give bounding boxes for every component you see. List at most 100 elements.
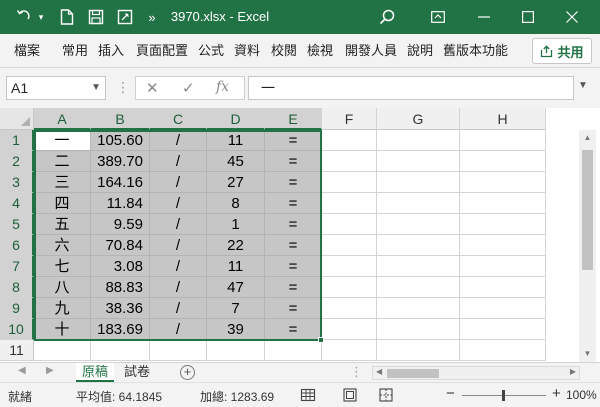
cell-e5[interactable]: = xyxy=(265,214,322,235)
cell-h6[interactable] xyxy=(460,235,546,256)
search-icon[interactable] xyxy=(372,0,402,34)
cell-f1[interactable] xyxy=(322,130,377,151)
cell-f11[interactable] xyxy=(322,340,377,361)
cell-d2[interactable]: 45 xyxy=(207,151,265,172)
column-header-h[interactable]: H xyxy=(460,108,546,130)
close-icon[interactable] xyxy=(552,0,592,34)
tab-formulas[interactable]: 公式 xyxy=(198,34,224,68)
normal-view-icon[interactable] xyxy=(300,387,316,403)
cell-h4[interactable] xyxy=(460,193,546,214)
enter-icon[interactable]: ✓ xyxy=(182,79,195,97)
cell-c5[interactable]: / xyxy=(150,214,207,235)
column-header-g[interactable]: G xyxy=(377,108,460,130)
cell-d10[interactable]: 39 xyxy=(207,319,265,340)
ribbon-display-options-icon[interactable] xyxy=(418,0,458,34)
select-all-button[interactable] xyxy=(0,108,34,130)
row-header-9[interactable]: 9 xyxy=(0,298,34,319)
share-button[interactable]: 共用 xyxy=(532,38,592,64)
cell-a5[interactable]: 五 xyxy=(34,214,91,235)
sheet-tab-test[interactable]: 試卷 xyxy=(118,363,156,382)
cell-h1[interactable] xyxy=(460,130,546,151)
cell-b7[interactable]: 3.08 xyxy=(91,256,150,277)
column-header-e[interactable]: E xyxy=(265,108,322,130)
cell-d6[interactable]: 22 xyxy=(207,235,265,256)
cell-b5[interactable]: 9.59 xyxy=(91,214,150,235)
cell-h3[interactable] xyxy=(460,172,546,193)
cell-d4[interactable]: 8 xyxy=(207,193,265,214)
cell-a6[interactable]: 六 xyxy=(34,235,91,256)
scroll-up-icon[interactable]: ▲ xyxy=(579,133,596,142)
row-header-2[interactable]: 2 xyxy=(0,151,34,172)
cell-e8[interactable]: = xyxy=(265,277,322,298)
cell-c1[interactable]: / xyxy=(150,130,207,151)
cell-c9[interactable]: / xyxy=(150,298,207,319)
column-header-c[interactable]: C xyxy=(150,108,207,130)
cell-a2[interactable]: 二 xyxy=(34,151,91,172)
row-header-11[interactable]: 11 xyxy=(0,340,34,361)
cell-g2[interactable] xyxy=(377,151,460,172)
cell-h8[interactable] xyxy=(460,277,546,298)
cell-a7[interactable]: 七 xyxy=(34,256,91,277)
cell-c8[interactable]: / xyxy=(150,277,207,298)
row-header-10[interactable]: 10 xyxy=(0,319,34,340)
cell-c7[interactable]: / xyxy=(150,256,207,277)
page-layout-view-icon[interactable] xyxy=(342,387,358,403)
cell-f7[interactable] xyxy=(322,256,377,277)
row-header-5[interactable]: 5 xyxy=(0,214,34,235)
tab-page-layout[interactable]: 頁面配置 xyxy=(136,34,188,68)
maximize-icon[interactable] xyxy=(508,0,548,34)
scroll-left-icon[interactable]: ◀ xyxy=(376,367,382,376)
cell-g8[interactable] xyxy=(377,277,460,298)
cell-b2[interactable]: 389.70 xyxy=(91,151,150,172)
cell-h2[interactable] xyxy=(460,151,546,172)
cell-g7[interactable] xyxy=(377,256,460,277)
cell-g4[interactable] xyxy=(377,193,460,214)
cell-e6[interactable]: = xyxy=(265,235,322,256)
tab-review[interactable]: 校閱 xyxy=(271,34,297,68)
sheet-tab-original[interactable]: 原稿 xyxy=(76,363,115,382)
cell-d8[interactable]: 47 xyxy=(207,277,265,298)
name-box[interactable]: A1 ▼ xyxy=(6,76,106,100)
cell-f4[interactable] xyxy=(322,193,377,214)
cell-g10[interactable] xyxy=(377,319,460,340)
cell-h7[interactable] xyxy=(460,256,546,277)
cell-d3[interactable]: 27 xyxy=(207,172,265,193)
tab-help[interactable]: 說明 xyxy=(407,34,433,68)
zoom-slider-knob[interactable] xyxy=(502,390,505,401)
cell-a10[interactable]: 十 xyxy=(34,319,91,340)
cancel-icon[interactable]: ✕ xyxy=(146,79,159,97)
cell-g1[interactable] xyxy=(377,130,460,151)
zoom-level[interactable]: 100% xyxy=(566,388,597,402)
minimize-icon[interactable] xyxy=(464,0,504,34)
cell-e1[interactable]: = xyxy=(265,130,322,151)
column-header-b[interactable]: B xyxy=(91,108,150,130)
cell-g6[interactable] xyxy=(377,235,460,256)
vertical-scroll-thumb[interactable] xyxy=(582,150,593,270)
cell-a9[interactable]: 九 xyxy=(34,298,91,319)
zoom-in-icon[interactable]: + xyxy=(552,385,561,402)
row-header-1[interactable]: 1 xyxy=(0,130,34,151)
cell-a11[interactable] xyxy=(34,340,91,361)
add-sheet-icon[interactable]: + xyxy=(180,365,195,380)
formula-input[interactable]: 一 xyxy=(248,76,574,100)
horizontal-scrollbar[interactable]: ◀ ▶ xyxy=(372,366,580,380)
cell-c2[interactable]: / xyxy=(150,151,207,172)
sheet-next-icon[interactable]: ▶ xyxy=(46,365,54,376)
cell-c3[interactable]: / xyxy=(150,172,207,193)
cell-f8[interactable] xyxy=(322,277,377,298)
cell-e7[interactable]: = xyxy=(265,256,322,277)
row-header-7[interactable]: 7 xyxy=(0,256,34,277)
cell-b10[interactable]: 183.69 xyxy=(91,319,150,340)
cell-b6[interactable]: 70.84 xyxy=(91,235,150,256)
cell-e2[interactable]: = xyxy=(265,151,322,172)
tab-view[interactable]: 檢視 xyxy=(307,34,333,68)
cell-d7[interactable]: 11 xyxy=(207,256,265,277)
cell-g11[interactable] xyxy=(377,340,460,361)
cell-a4[interactable]: 四 xyxy=(34,193,91,214)
row-header-6[interactable]: 6 xyxy=(0,235,34,256)
cell-g3[interactable] xyxy=(377,172,460,193)
row-header-4[interactable]: 4 xyxy=(0,193,34,214)
tab-home[interactable]: 常用 xyxy=(62,34,88,68)
cell-h10[interactable] xyxy=(460,319,546,340)
page-break-preview-icon[interactable] xyxy=(378,387,394,403)
